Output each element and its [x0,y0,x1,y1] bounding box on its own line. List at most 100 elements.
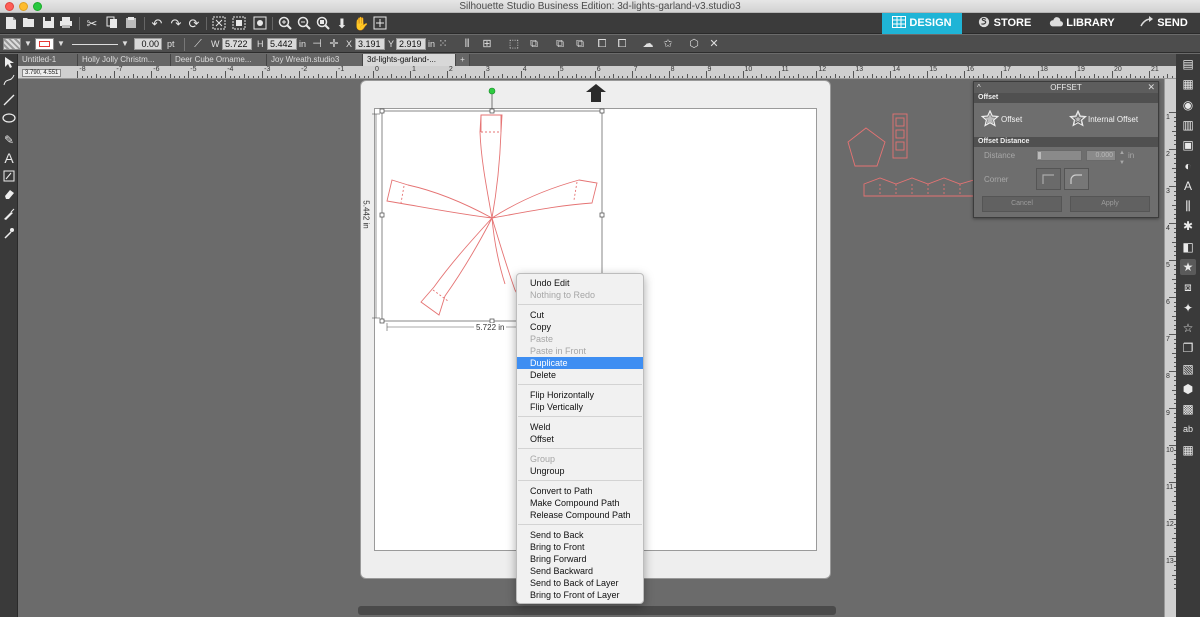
modify-icon[interactable]: ◧ [1180,239,1196,255]
tab-deer-cube[interactable]: Deer Cube Orname... [171,54,267,66]
design-grid-icon[interactable]: ▦ [1180,76,1196,92]
text-path-icon[interactable]: ab [1180,421,1196,437]
corner-round-button[interactable] [1064,168,1089,190]
menu-item-undo-edit[interactable]: Undo Edit [517,277,643,289]
align-icon[interactable]: ⫴ [460,37,474,51]
menu-item-release-compound-path[interactable]: Release Compound Path [517,509,643,521]
horizontal-scrollbar[interactable] [358,606,836,615]
tab-send[interactable]: SEND [1128,13,1200,34]
fit-icon[interactable] [372,16,388,31]
weld-icon[interactable]: ☁ [641,37,655,51]
x-input[interactable]: 3.191 [355,38,385,50]
reference-point-icon[interactable]: ⁙ [436,37,450,51]
corner-sharp-button[interactable] [1036,168,1061,190]
align-icon[interactable]: ⫼ [1180,198,1196,214]
select-all-icon[interactable] [211,16,227,31]
menu-item-duplicate[interactable]: Duplicate [517,357,643,369]
scale-icon[interactable]: ⟋ [191,37,205,51]
text-icon[interactable]: A [1,150,17,166]
image-effects-icon[interactable]: ▣ [1180,137,1196,153]
menu-item-send-to-back-of-layer[interactable]: Send to Back of Layer [517,577,643,589]
menu-item-send-backward[interactable]: Send Backward [517,565,643,577]
send-backward-icon[interactable]: ⧠ [615,37,629,51]
zoom-out-icon[interactable] [296,16,312,31]
tab-library[interactable]: LIBRARY [1044,13,1120,34]
chevron-down-icon[interactable]: ▼ [21,37,35,51]
tab-design[interactable]: DESIGN [882,13,962,34]
open-icon[interactable] [21,16,37,31]
pan-down-icon[interactable]: ⬇ [334,16,350,31]
line-color-icon[interactable]: ▥ [1180,117,1196,133]
cut-icon[interactable]: ✂ [84,16,100,31]
sparkle-icon[interactable]: ✦ [1180,300,1196,316]
menu-item-offset[interactable]: Offset [517,433,643,445]
menu-item-send-to-back[interactable]: Send to Back [517,529,643,541]
copy-icon[interactable] [104,16,120,31]
save-icon[interactable] [40,16,56,31]
knife-icon[interactable] [1,208,17,224]
line-style-preview[interactable] [72,44,118,45]
collapse-icon[interactable]: ^ [977,82,981,93]
refresh-icon[interactable]: ⟳ [186,16,202,31]
eraser-icon[interactable] [1,188,17,204]
menu-item-bring-forward[interactable]: Bring Forward [517,553,643,565]
pointer-icon[interactable] [1,56,17,72]
deselect-icon[interactable] [231,16,247,31]
lock-aspect-icon[interactable]: ⊣ [310,37,324,51]
text-style-icon[interactable]: A [1180,178,1196,194]
menu-item-bring-to-front[interactable]: Bring to Front [517,541,643,553]
nest-icon[interactable]: ⬢ [1180,381,1196,397]
distance-slider[interactable] [1036,150,1082,161]
paste-icon[interactable] [123,16,139,31]
offset-icon[interactable]: ★ [1180,259,1196,275]
select-icon[interactable] [252,16,268,31]
transparency-icon[interactable]: ◐ [1180,158,1196,174]
menu-item-ungroup[interactable]: Ungroup [517,465,643,477]
cancel-button[interactable]: Cancel [982,196,1062,212]
internal-offset-button[interactable]: Internal Offset [1088,115,1138,125]
redo-icon[interactable]: ↷ [168,16,184,31]
menu-item-cut[interactable]: Cut [517,309,643,321]
replicate-icon[interactable]: ✱ [1180,218,1196,234]
menu-item-flip-vertically[interactable]: Flip Vertically [517,401,643,413]
apply-button[interactable]: Apply [1070,196,1150,212]
print-icon[interactable] [58,16,74,31]
y-input[interactable]: 2.919 [396,38,426,50]
fill-color-icon[interactable]: ◉ [1180,97,1196,113]
add-tab-button[interactable]: + [456,54,470,66]
close-icon[interactable]: ✕ [1147,82,1155,93]
layers-icon[interactable]: ❐ [1180,340,1196,356]
tab-3d-lights-garland[interactable]: 3d-lights-garland-... [363,54,456,66]
new-icon[interactable] [3,16,19,31]
height-input[interactable]: 5.442 [267,38,297,50]
undo-icon[interactable]: ↶ [149,16,165,31]
grid-icon[interactable]: ▦ [1180,442,1196,458]
close-icon[interactable]: ✕ [707,37,721,51]
line-color-swatch[interactable] [35,38,54,50]
menu-item-convert-to-path[interactable]: Convert to Path [517,485,643,497]
ungroup-icon[interactable]: ⧉ [527,37,541,51]
group-icon[interactable]: ⬚ [507,37,521,51]
line-icon[interactable] [1,94,17,110]
fill-swatch[interactable] [3,38,21,50]
menu-item-bring-to-front-of-layer[interactable]: Bring to Front of Layer [517,589,643,601]
page-setup-icon[interactable]: ▤ [1180,56,1196,72]
menu-item-make-compound-path[interactable]: Make Compound Path [517,497,643,509]
hand-icon[interactable]: ✋ [353,16,369,31]
tab-store[interactable]: STORE [968,13,1040,34]
move-icon[interactable]: ✛ [327,37,341,51]
eyedropper-icon[interactable] [1,227,17,243]
3d-cube-icon[interactable]: ⬡ [687,37,701,51]
menu-item-weld[interactable]: Weld [517,421,643,433]
pencil-icon[interactable]: ✎ [1,132,17,148]
tab-untitled-1[interactable]: Untitled-1 [18,54,78,66]
library-icon[interactable]: ▩ [1180,401,1196,417]
tab-joy-wreath[interactable]: Joy Wreath.studio3 [267,54,363,66]
chevron-down-icon[interactable]: ▼ [54,37,68,51]
send-back-icon[interactable]: ⧉ [573,37,587,51]
trace-icon[interactable]: ⧈ [1180,279,1196,295]
offset-button[interactable]: Offset [1001,115,1022,125]
ellipse-icon[interactable] [1,112,17,128]
zoom-in-icon[interactable] [277,16,293,31]
tab-holly-jolly[interactable]: Holly Jolly Christm... [78,54,171,66]
